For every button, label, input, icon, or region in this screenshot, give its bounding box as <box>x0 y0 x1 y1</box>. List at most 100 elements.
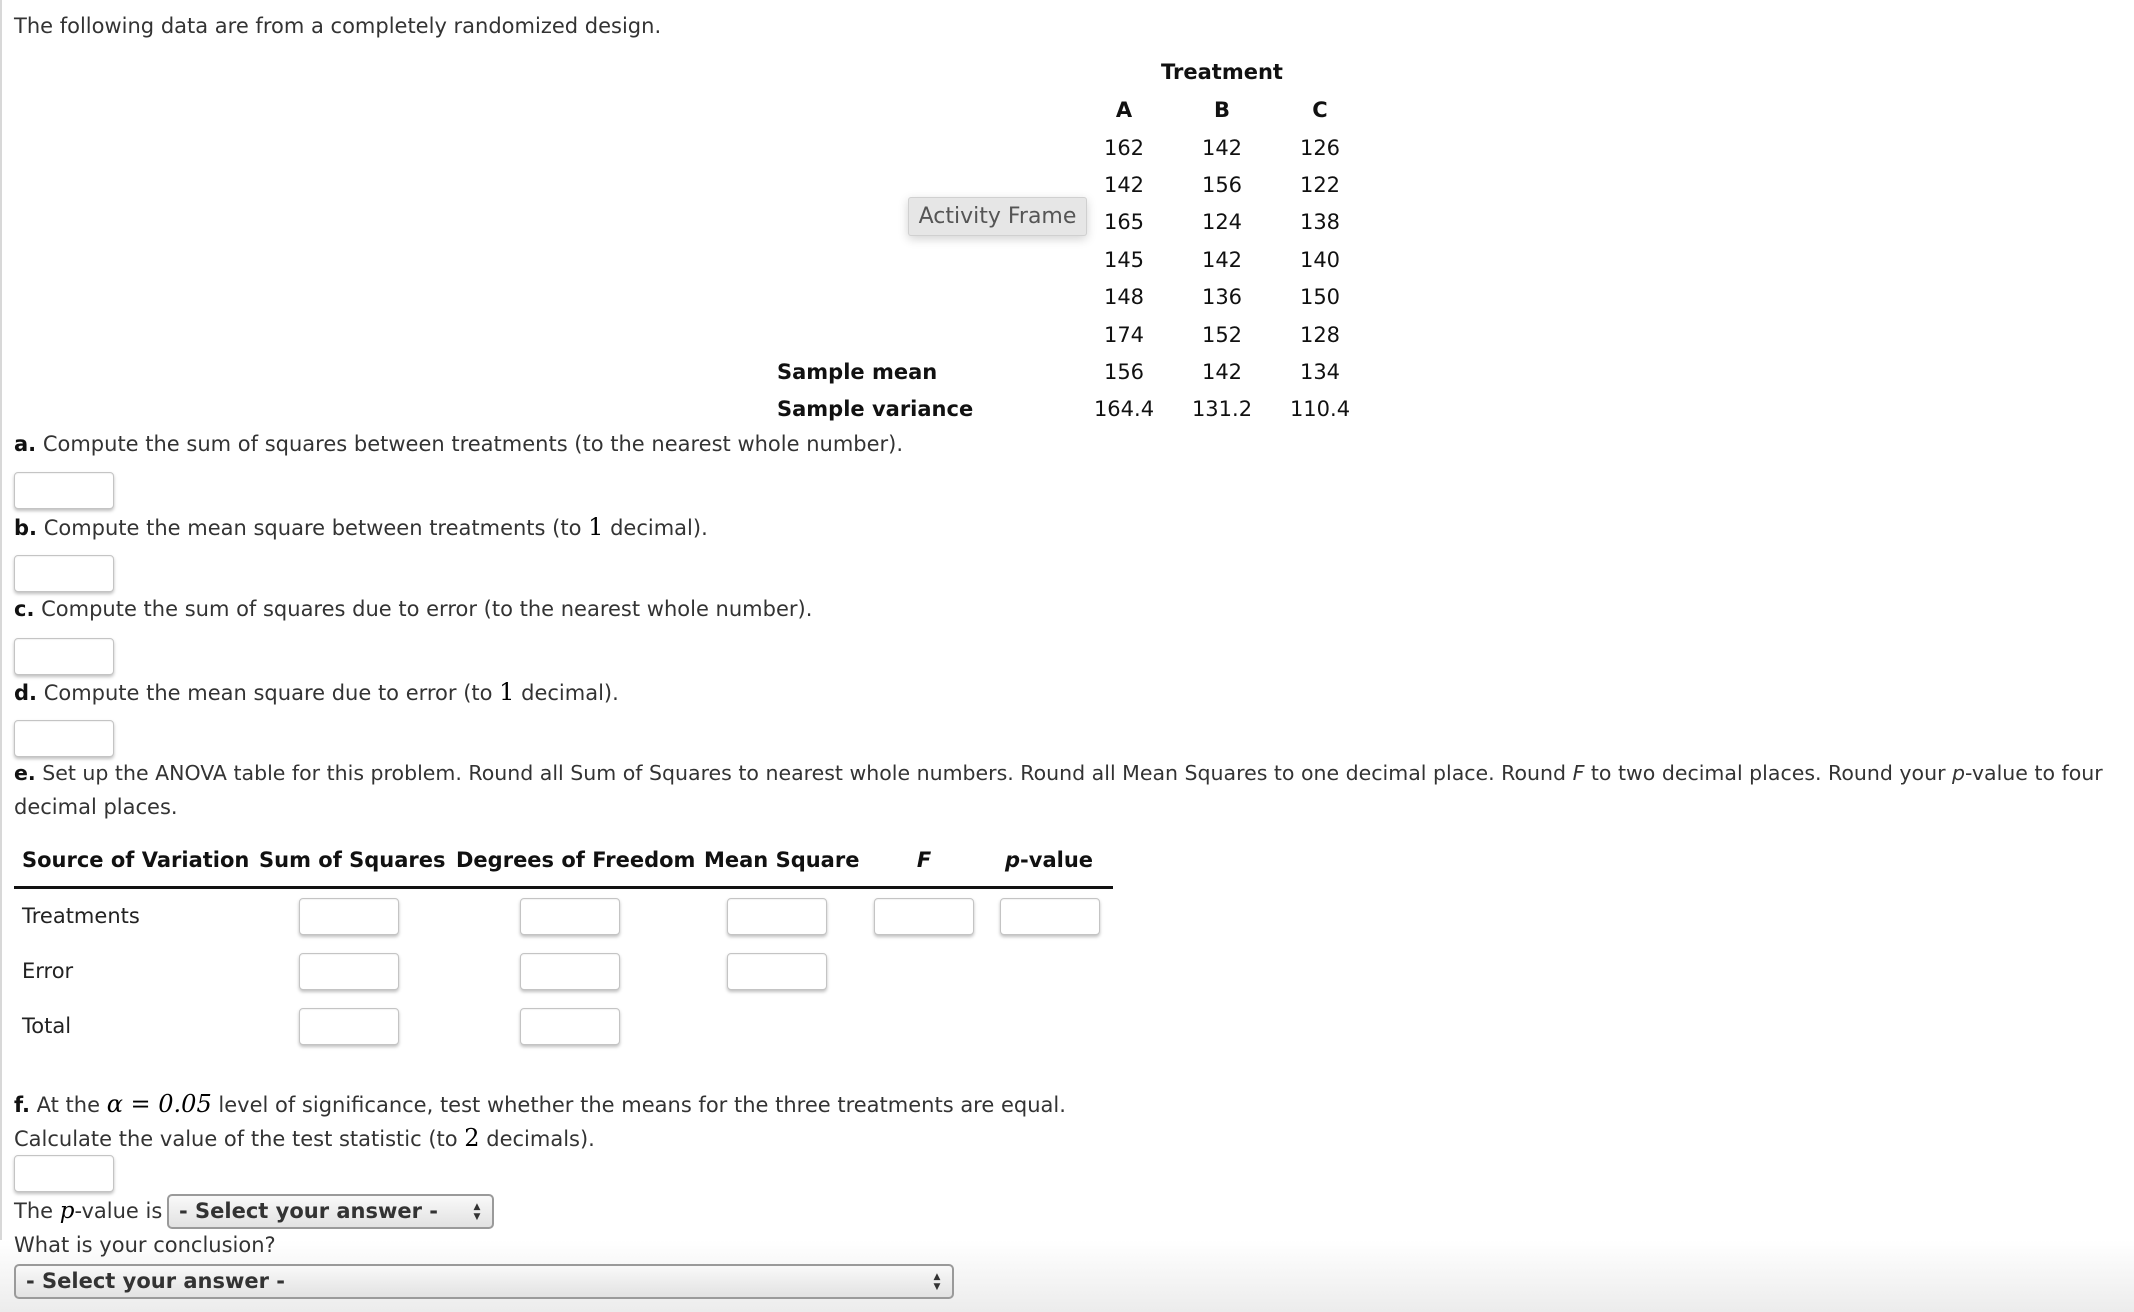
sample-mean-value: 134 <box>1299 360 1341 384</box>
left-border <box>0 0 2 1312</box>
alpha-expression: α = 0.05 <box>106 1090 212 1118</box>
treatments-p-value-input[interactable] <box>1000 898 1100 935</box>
header-degrees-of-freedom: Degrees of Freedom <box>456 848 696 872</box>
decimal-count: 1 <box>588 513 604 541</box>
row-label-treatments: Treatments <box>22 904 140 928</box>
table-cell: 145 <box>1103 248 1145 272</box>
table-cell: 165 <box>1103 210 1145 234</box>
header-sum-of-squares: Sum of Squares <box>259 848 446 872</box>
table-cell: 162 <box>1103 136 1145 160</box>
question-letter: d. <box>14 681 38 705</box>
column-header-c: C <box>1312 98 1328 122</box>
question-text: Compute the mean square due to error (to <box>37 681 500 705</box>
column-header-a: A <box>1115 98 1133 122</box>
decimal-count: 2 <box>464 1124 480 1152</box>
question-e: e. Set up the ANOVA table for this probl… <box>14 761 2103 785</box>
p-symbol: p <box>59 1198 75 1224</box>
decimal-count: 1 <box>499 678 515 706</box>
question-text: Compute the mean square between treatmen… <box>37 516 589 540</box>
updown-arrows-icon: ▲ ▼ <box>473 1202 481 1222</box>
table-cell: 126 <box>1299 136 1341 160</box>
header-f: F <box>916 848 932 872</box>
table-cell: 124 <box>1201 210 1243 234</box>
question-b: b. Compute the mean square between treat… <box>14 513 708 541</box>
error-ms-input[interactable] <box>727 953 827 990</box>
error-ss-input[interactable] <box>299 953 399 990</box>
treatments-df-input[interactable] <box>520 898 620 935</box>
p-symbol: p <box>1004 848 1021 872</box>
label-text: -value is <box>74 1199 163 1223</box>
total-ss-input[interactable] <box>299 1008 399 1045</box>
table-cell: 150 <box>1299 285 1341 309</box>
sample-variance-value: 131.2 <box>1191 397 1253 421</box>
question-text: Compute the sum of squares due to error … <box>34 597 813 621</box>
answer-b-input[interactable] <box>14 555 114 592</box>
p-value-select[interactable]: - Select your answer - ▲ ▼ <box>167 1194 494 1229</box>
sample-mean-value: 156 <box>1103 360 1145 384</box>
table-cell: 122 <box>1299 173 1341 197</box>
question-a: a. Compute the sum of squares between tr… <box>14 432 903 456</box>
question-text: level of significance, test whether the … <box>211 1093 1066 1117</box>
activity-frame-button[interactable]: Activity Frame <box>908 197 1087 236</box>
error-df-input[interactable] <box>520 953 620 990</box>
answer-c-input[interactable] <box>14 638 114 675</box>
conclusion-label: What is your conclusion? <box>14 1233 276 1257</box>
question-text: decimal). <box>603 516 708 540</box>
p-value-label: The p-value is <box>14 1198 162 1224</box>
header-mean-square: Mean Square <box>704 848 860 872</box>
select-value: - Select your answer - <box>26 1269 286 1293</box>
table-cell: 174 <box>1103 323 1145 347</box>
question-letter: f. <box>14 1093 30 1117</box>
conclusion-select[interactable]: - Select your answer - ▲ ▼ <box>14 1264 954 1299</box>
sample-variance-value: 110.4 <box>1289 397 1351 421</box>
calculate-prompt: Calculate the value of the test statisti… <box>14 1124 595 1152</box>
header-p-value: p-value <box>1005 848 1093 872</box>
treatment-header: Treatment <box>1161 60 1283 84</box>
label-text: The <box>14 1199 60 1223</box>
question-letter: b. <box>14 516 38 540</box>
question-text: Compute the sum of squares between treat… <box>36 432 904 456</box>
table-cell: 140 <box>1299 248 1341 272</box>
sample-mean-label: Sample mean <box>777 360 938 384</box>
sample-variance-label: Sample variance <box>777 397 974 421</box>
question-d: d. Compute the mean square due to error … <box>14 678 619 706</box>
answer-d-input[interactable] <box>14 720 114 757</box>
table-cell: 142 <box>1103 173 1145 197</box>
question-e-line2: decimal places. <box>14 795 178 819</box>
treatments-ss-input[interactable] <box>299 898 399 935</box>
treatments-f-input[interactable] <box>874 898 974 935</box>
question-c: c. Compute the sum of squares due to err… <box>14 597 812 621</box>
updown-arrows-icon: ▲ ▼ <box>933 1272 941 1292</box>
question-letter: a. <box>14 432 37 456</box>
header-p-value-suffix: -value <box>1020 848 1094 872</box>
question-letter: c. <box>14 597 35 621</box>
table-cell: 128 <box>1299 323 1341 347</box>
question-letter: e. <box>14 761 36 785</box>
total-df-input[interactable] <box>520 1008 620 1045</box>
column-header-b: B <box>1213 98 1231 122</box>
test-statistic-input[interactable] <box>14 1155 114 1192</box>
table-cell: 142 <box>1201 136 1243 160</box>
answer-a-input[interactable] <box>14 472 114 509</box>
row-label-total: Total <box>22 1014 72 1038</box>
question-text: At the <box>29 1093 107 1117</box>
header-source: Source of Variation <box>22 848 250 872</box>
header-rule <box>14 886 1113 889</box>
table-cell: 156 <box>1201 173 1243 197</box>
question-text: decimals). <box>479 1127 595 1151</box>
select-value: - Select your answer - <box>179 1199 439 1223</box>
table-cell: 148 <box>1103 285 1145 309</box>
table-cell: 142 <box>1201 248 1243 272</box>
question-f: f. At the α = 0.05 level of significance… <box>14 1090 1066 1118</box>
p-symbol: p <box>1952 761 1966 785</box>
f-symbol: F <box>1572 761 1585 785</box>
sample-mean-value: 142 <box>1201 360 1243 384</box>
question-text: Calculate the value of the test statisti… <box>14 1127 465 1151</box>
table-cell: 152 <box>1201 323 1243 347</box>
table-cell: 136 <box>1201 285 1243 309</box>
intro-text: The following data are from a completely… <box>14 14 662 38</box>
question-text: Set up the ANOVA table for this problem.… <box>35 761 1573 785</box>
question-text: -value to four <box>1965 761 2103 785</box>
question-text: to two decimal places. Round your <box>1584 761 1953 785</box>
treatments-ms-input[interactable] <box>727 898 827 935</box>
